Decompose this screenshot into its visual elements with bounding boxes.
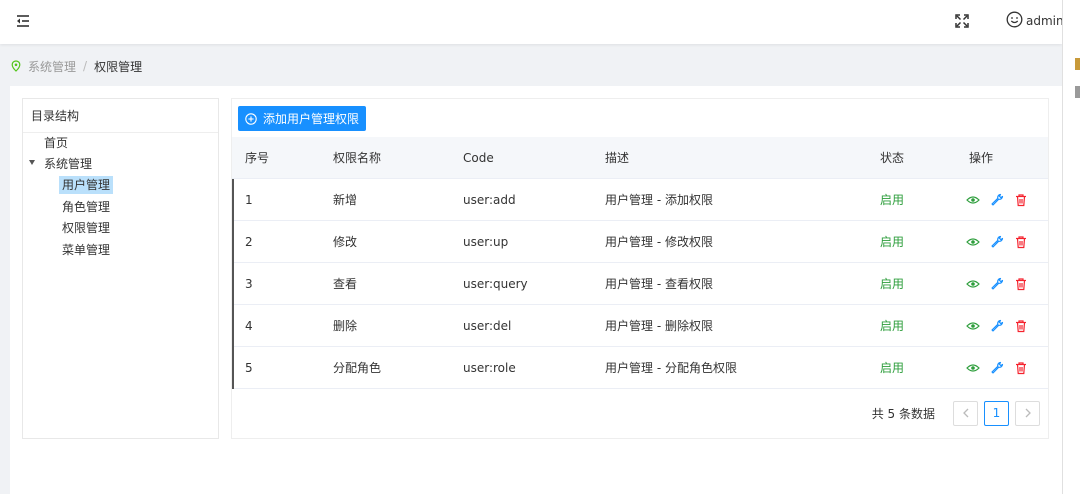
breadcrumb-separator: / bbox=[83, 59, 88, 73]
table-row: 3 查看 user:query 用户管理 - 查看权限 启用 bbox=[232, 263, 1048, 305]
gutter-marker bbox=[1075, 58, 1080, 70]
user-menu[interactable]: admin bbox=[1006, 11, 1064, 31]
table-row: 2 修改 user:up 用户管理 - 修改权限 启用 bbox=[232, 221, 1048, 263]
gutter-marker bbox=[1075, 86, 1080, 98]
tree-node-role[interactable]: 角色管理 bbox=[59, 198, 113, 216]
column-header-description: 描述 bbox=[605, 151, 630, 165]
cell-name: 查看 bbox=[333, 277, 358, 291]
chevron-right-icon bbox=[1025, 408, 1031, 418]
cell-code: user:query bbox=[463, 277, 528, 291]
tree-node-user[interactable]: 用户管理 bbox=[59, 176, 114, 194]
add-permission-button[interactable]: 添加用户管理权限 bbox=[238, 106, 366, 131]
wrench-icon[interactable] bbox=[990, 319, 1004, 333]
wrench-icon[interactable] bbox=[990, 361, 1004, 375]
column-header-index: 序号 bbox=[245, 151, 270, 165]
row-actions bbox=[966, 319, 1038, 333]
breadcrumb: 系统管理 / 权限管理 bbox=[10, 58, 142, 74]
cell-code: user:up bbox=[463, 235, 509, 249]
cell-index: 5 bbox=[245, 361, 253, 375]
trash-icon[interactable] bbox=[1014, 319, 1028, 333]
eye-icon[interactable] bbox=[966, 235, 980, 249]
trash-icon[interactable] bbox=[1014, 361, 1028, 375]
column-header-status: 状态 bbox=[880, 151, 905, 165]
cell-status: 启用 bbox=[880, 277, 905, 291]
side-scroll-gutter bbox=[1062, 0, 1080, 494]
table-header: 序号 权限名称 Code 描述 状态 操作 bbox=[232, 137, 1048, 179]
plus-circle-icon bbox=[245, 112, 257, 125]
username: admin bbox=[1026, 14, 1064, 28]
cell-name: 分配角色 bbox=[333, 361, 382, 375]
cell-status: 启用 bbox=[880, 193, 905, 207]
cell-code: user:del bbox=[463, 319, 512, 333]
pagination-page-button[interactable]: 1 bbox=[984, 400, 1009, 426]
tree-node-menu[interactable]: 菜单管理 bbox=[59, 241, 113, 259]
row-marker bbox=[232, 347, 234, 389]
smile-icon bbox=[1006, 11, 1023, 31]
cell-status: 启用 bbox=[880, 361, 905, 375]
row-actions bbox=[966, 277, 1038, 291]
wrench-icon[interactable] bbox=[990, 277, 1004, 291]
cell-name: 删除 bbox=[333, 319, 358, 333]
cell-description: 用户管理 - 删除权限 bbox=[605, 319, 713, 333]
pagination-prev-button[interactable] bbox=[953, 400, 978, 426]
pagination-next-button[interactable] bbox=[1015, 400, 1040, 426]
wrench-icon[interactable] bbox=[990, 235, 1004, 249]
breadcrumb-item-permission: 权限管理 bbox=[94, 59, 143, 74]
trash-icon[interactable] bbox=[1014, 277, 1028, 291]
directory-tree: 目录结构 首页 系统管理 用户管理 角色管理 权限管理 菜单管理 bbox=[22, 98, 219, 439]
eye-icon[interactable] bbox=[966, 277, 980, 291]
pagination-total: 共 5 条数据 bbox=[871, 406, 935, 421]
column-header-name: 权限名称 bbox=[333, 151, 382, 165]
eye-icon[interactable] bbox=[966, 361, 980, 375]
row-actions bbox=[966, 193, 1038, 207]
cell-name: 新增 bbox=[333, 193, 358, 207]
cell-code: user:role bbox=[463, 361, 516, 375]
add-permission-label: 添加用户管理权限 bbox=[262, 112, 359, 126]
trash-icon[interactable] bbox=[1014, 193, 1028, 207]
location-icon bbox=[10, 60, 22, 72]
tree-node-home[interactable]: 首页 bbox=[41, 134, 71, 152]
row-marker bbox=[232, 263, 234, 305]
chevron-left-icon bbox=[962, 408, 968, 418]
wrench-icon[interactable] bbox=[990, 193, 1004, 207]
cell-description: 用户管理 - 查看权限 bbox=[605, 277, 713, 291]
cell-status: 启用 bbox=[880, 235, 905, 249]
app-root: admin 系统管理 / 权限管理 目录结构 首页 系统管理 用户管理 角色管理… bbox=[0, 0, 1064, 494]
cell-description: 用户管理 - 分配角色权限 bbox=[605, 361, 737, 375]
tree-node-system[interactable]: 系统管理 bbox=[41, 155, 95, 173]
cell-index: 2 bbox=[245, 235, 253, 249]
table-row: 5 分配角色 user:role 用户管理 - 分配角色权限 启用 bbox=[232, 347, 1048, 389]
cell-index: 4 bbox=[245, 319, 253, 333]
column-header-code: Code bbox=[463, 151, 494, 165]
row-actions bbox=[966, 361, 1038, 375]
tree-node-permission[interactable]: 权限管理 bbox=[59, 219, 113, 237]
cell-index: 1 bbox=[245, 193, 253, 207]
row-actions bbox=[966, 235, 1038, 249]
tree-title: 目录结构 bbox=[23, 99, 218, 133]
row-marker bbox=[232, 305, 234, 347]
table-row: 1 新增 user:add 用户管理 - 添加权限 启用 bbox=[232, 179, 1048, 221]
cell-description: 用户管理 - 添加权限 bbox=[605, 193, 713, 207]
permission-content: 添加用户管理权限 序号 权限名称 Code 描述 状态 操作 1 新增 user… bbox=[231, 98, 1049, 439]
main-panel: 目录结构 首页 系统管理 用户管理 角色管理 权限管理 菜单管理 添加用户管理权… bbox=[10, 86, 1062, 494]
column-header-actions: 操作 bbox=[969, 151, 994, 165]
fullscreen-icon[interactable] bbox=[953, 12, 971, 30]
row-marker bbox=[232, 221, 234, 263]
pagination: 共 5 条数据 1 bbox=[872, 400, 1040, 426]
cell-index: 3 bbox=[245, 277, 253, 291]
eye-icon[interactable] bbox=[966, 319, 980, 333]
menu-fold-icon[interactable] bbox=[14, 12, 32, 30]
table-row: 4 删除 user:del 用户管理 - 删除权限 启用 bbox=[232, 305, 1048, 347]
cell-description: 用户管理 - 修改权限 bbox=[605, 235, 713, 249]
row-marker bbox=[232, 179, 234, 221]
cell-name: 修改 bbox=[333, 235, 358, 249]
breadcrumb-item-system[interactable]: 系统管理 bbox=[28, 58, 76, 75]
eye-icon[interactable] bbox=[966, 193, 980, 207]
top-bar: admin bbox=[0, 0, 1064, 44]
trash-icon[interactable] bbox=[1014, 235, 1028, 249]
cell-status: 启用 bbox=[880, 319, 905, 333]
caret-down-icon[interactable] bbox=[29, 160, 35, 165]
cell-code: user:add bbox=[463, 193, 516, 207]
